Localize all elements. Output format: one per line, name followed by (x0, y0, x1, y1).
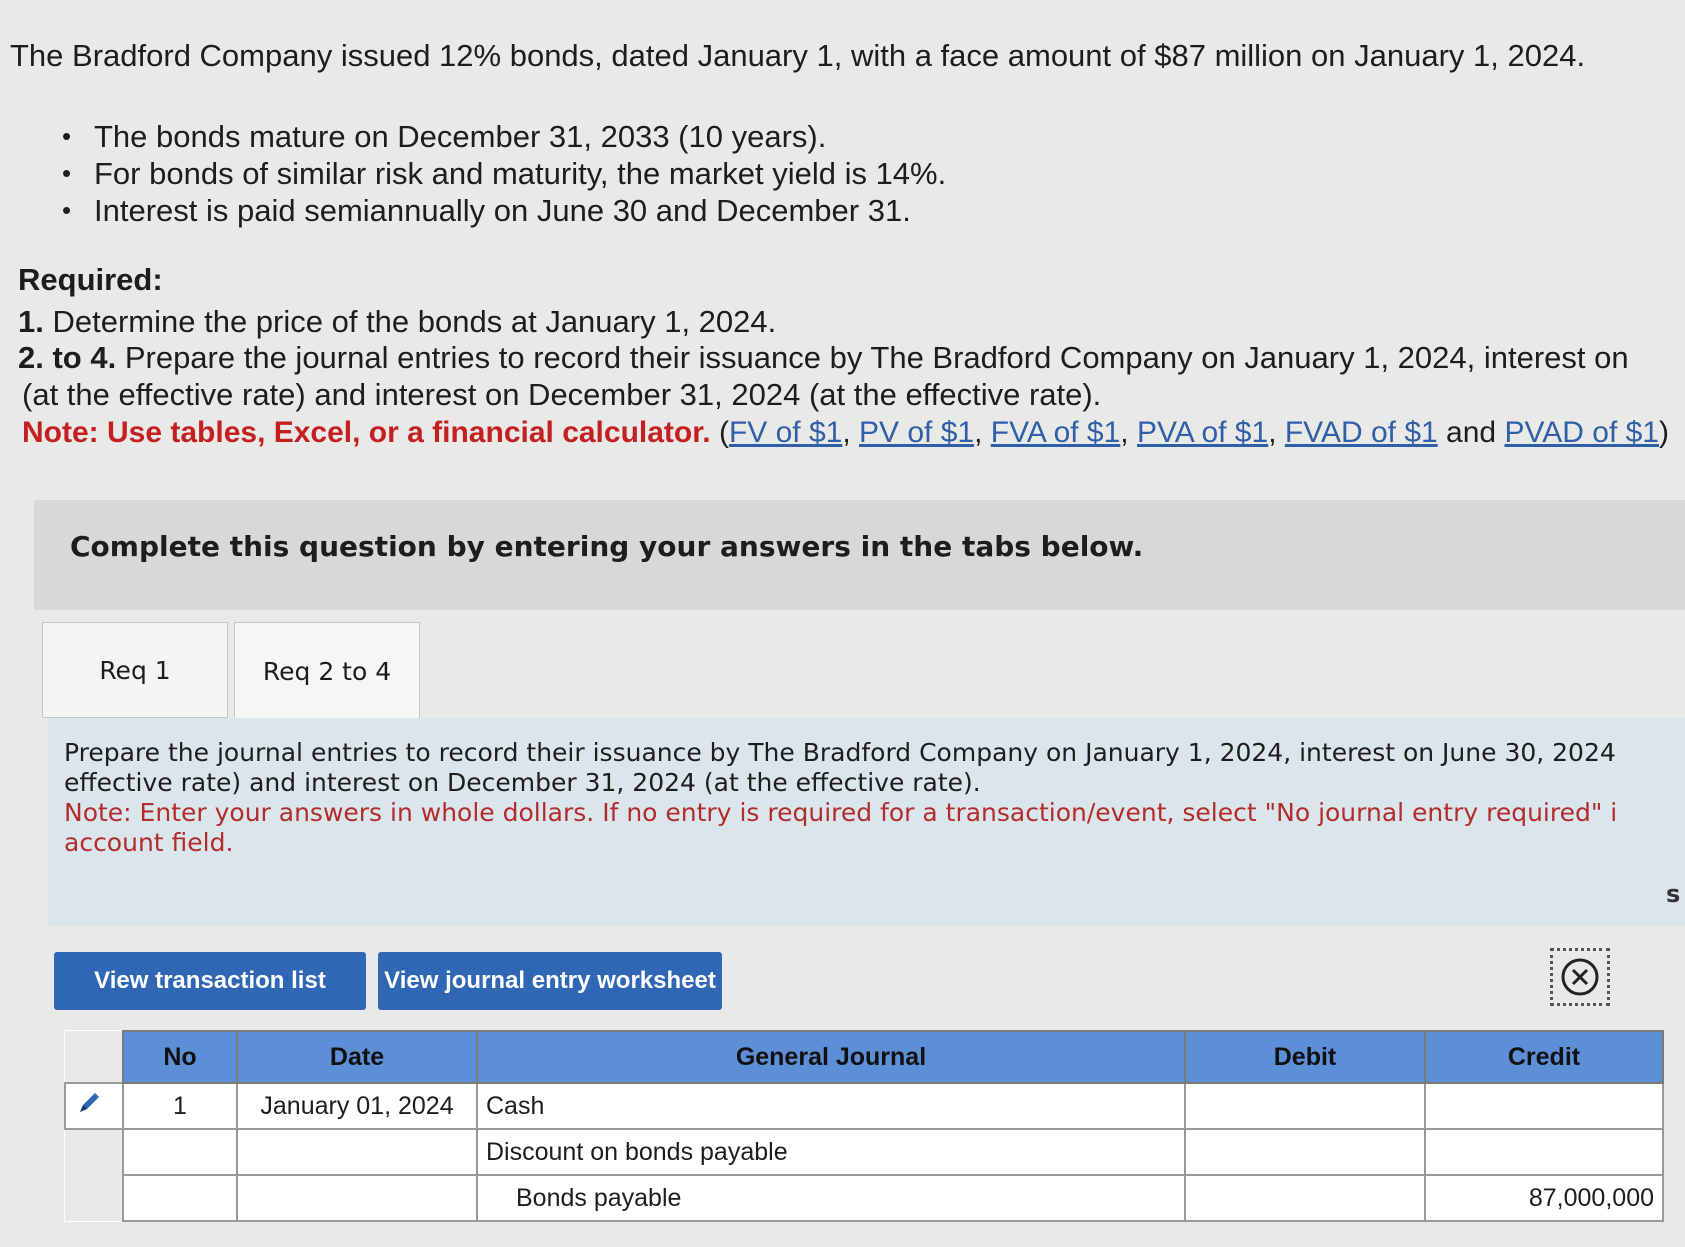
close-circle-icon (1561, 958, 1599, 996)
problem-bullets: The bonds mature on December 31, 2033 (1… (62, 118, 946, 229)
and-text: and (1446, 416, 1497, 449)
cell-no (122, 1128, 238, 1176)
problem-intro: The Bradford Company issued 12% bonds, d… (10, 38, 1586, 73)
cell-debit[interactable] (1184, 1082, 1426, 1130)
table-row: Discount on bonds payable (65, 1128, 1664, 1176)
tab-content-note: Note: Enter your answers in whole dollar… (64, 798, 1618, 827)
requirement-2-4-text: Prepare the journal entries to record th… (124, 340, 1629, 375)
close-button[interactable] (1550, 948, 1610, 1006)
cell-credit[interactable] (1424, 1082, 1664, 1130)
cell-date (236, 1174, 478, 1222)
header-general-journal: General Journal (476, 1030, 1186, 1084)
cell-account[interactable]: Cash (476, 1082, 1186, 1130)
cell-no (122, 1174, 238, 1222)
header-date: Date (236, 1030, 478, 1084)
tab-req-1[interactable]: Req 1 (42, 622, 228, 718)
requirement-2-4-number: 2. to 4. (18, 340, 117, 375)
link-fv[interactable]: FV of $1 (729, 416, 842, 449)
cell-credit[interactable] (1424, 1128, 1664, 1176)
cell-debit[interactable] (1184, 1128, 1426, 1176)
cell-account[interactable]: Discount on bonds payable (476, 1128, 1186, 1176)
edit-column-header (65, 1031, 123, 1083)
cell-account[interactable]: Bonds payable (476, 1174, 1186, 1222)
tab-content-line-2: effective rate) and interest on December… (64, 768, 981, 797)
requirement-2-4-continued: (at the effective rate) and interest on … (22, 377, 1102, 412)
cell-debit[interactable] (1184, 1174, 1426, 1222)
tab-req-2-to-4[interactable]: Req 2 to 4 (234, 622, 420, 720)
link-fva[interactable]: FVA of $1 (991, 416, 1121, 449)
requirement-1-text: Determine the price of the bonds at Janu… (52, 304, 777, 339)
tab-content-text: Prepare the journal entries to record th… (64, 738, 1684, 858)
tab-content-note-continued: account field. (64, 828, 234, 857)
cell-date: January 01, 2024 (236, 1082, 478, 1130)
link-pv[interactable]: PV of $1 (859, 416, 974, 449)
link-fvad[interactable]: FVAD of $1 (1285, 416, 1438, 449)
link-pvad[interactable]: PVAD of $1 (1504, 416, 1659, 449)
table-row: 1 January 01, 2024 Cash (64, 1082, 1664, 1130)
bullet-item: The bonds mature on December 31, 2033 (1… (62, 118, 946, 155)
edit-row-button[interactable] (64, 1082, 124, 1130)
view-journal-entry-worksheet-button[interactable]: View journal entry worksheet (378, 952, 722, 1010)
header-no: No (122, 1030, 238, 1084)
table-row: Bonds payable 87,000,000 (65, 1174, 1664, 1222)
bullet-item: For bonds of similar risk and maturity, … (62, 155, 946, 192)
note-label: Note: Use tables, Excel, or a financial … (22, 416, 711, 449)
header-credit: Credit (1424, 1030, 1664, 1084)
bullet-item: Interest is paid semiannually on June 30… (62, 192, 946, 229)
cell-date (236, 1128, 478, 1176)
pencil-icon (80, 1092, 99, 1112)
tab-content-line-1: Prepare the journal entries to record th… (64, 738, 1616, 767)
edge-text: s (1666, 880, 1681, 908)
header-debit: Debit (1184, 1030, 1426, 1084)
note-line: Note: Use tables, Excel, or a financial … (22, 416, 1669, 449)
cell-no: 1 (122, 1082, 238, 1130)
journal-table: No Date General Journal Debit Credit 1 J… (64, 1030, 1664, 1222)
requirement-1-number: 1. (18, 304, 44, 339)
view-transaction-list-button[interactable]: View transaction list (54, 952, 366, 1010)
required-label: Required: (18, 262, 163, 297)
instruction-text: Complete this question by entering your … (70, 530, 1144, 563)
cell-credit[interactable]: 87,000,000 (1424, 1174, 1664, 1222)
requirement-2-4: 2. to 4. Prepare the journal entries to … (18, 340, 1629, 376)
link-pva[interactable]: PVA of $1 (1137, 416, 1268, 449)
requirement-1: 1. Determine the price of the bonds at J… (18, 304, 776, 340)
